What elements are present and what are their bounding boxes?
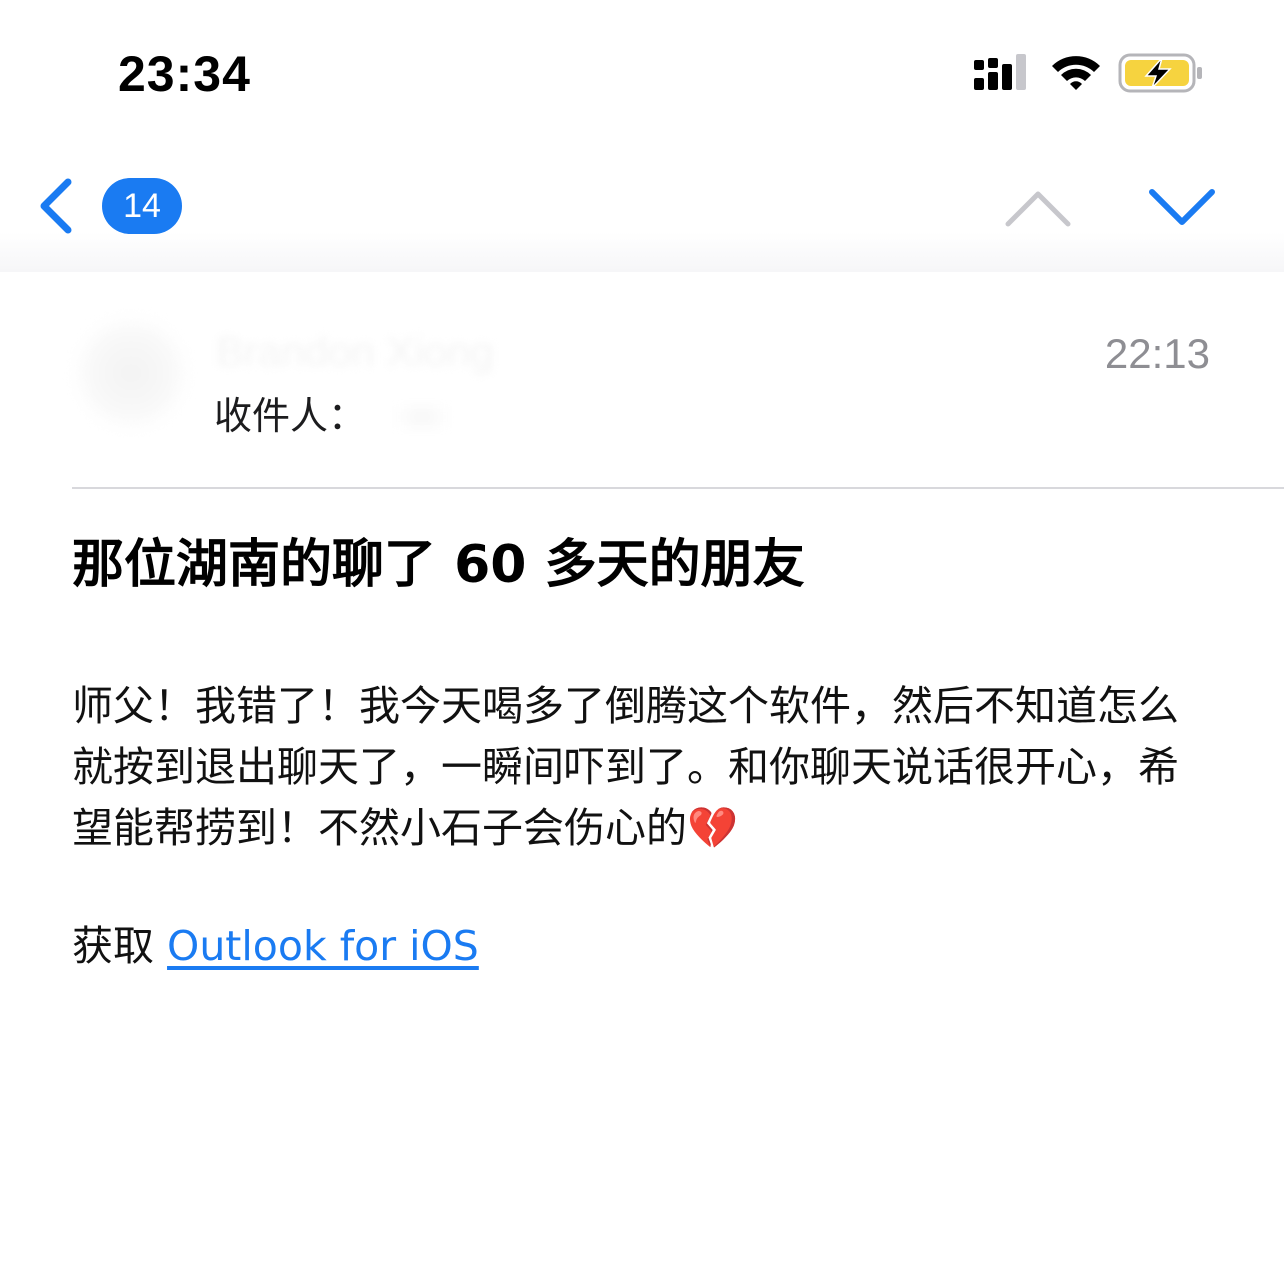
cellular-signal-icon (974, 54, 1026, 90)
sender-name[interactable]: Brandon Xiong (216, 324, 494, 380)
chevron-down-icon[interactable] (1140, 180, 1224, 240)
recipient-redacted (392, 400, 452, 434)
wifi-icon (1052, 56, 1100, 90)
mail-nav-bar: 14 (0, 140, 1284, 272)
header-divider (72, 487, 1284, 489)
recipients-label[interactable]: 收件人： (214, 388, 366, 444)
chevron-up-icon[interactable] (996, 180, 1080, 240)
email-subject: 那位湖南的聊了 60 多天的朋友 (72, 535, 805, 595)
status-time: 23:34 (118, 46, 251, 102)
status-bar: 23:34 (0, 0, 1284, 140)
unread-count-badge[interactable]: 14 (102, 178, 182, 234)
chevron-left-icon[interactable] (28, 174, 88, 238)
signature-prefix: 获取 (72, 922, 154, 970)
email-signature: 获取 Outlook for iOS (72, 916, 479, 977)
outlook-ios-link[interactable]: Outlook for iOS (167, 922, 479, 970)
battery-charging-icon (1118, 53, 1202, 93)
sender-avatar[interactable] (72, 314, 190, 432)
received-time: 22:13 (1104, 330, 1210, 377)
email-body: 师父！我错了！我今天喝多了倒腾这个软件，然后不知道怎么就按到退出聊天了，一瞬间吓… (72, 682, 1179, 852)
